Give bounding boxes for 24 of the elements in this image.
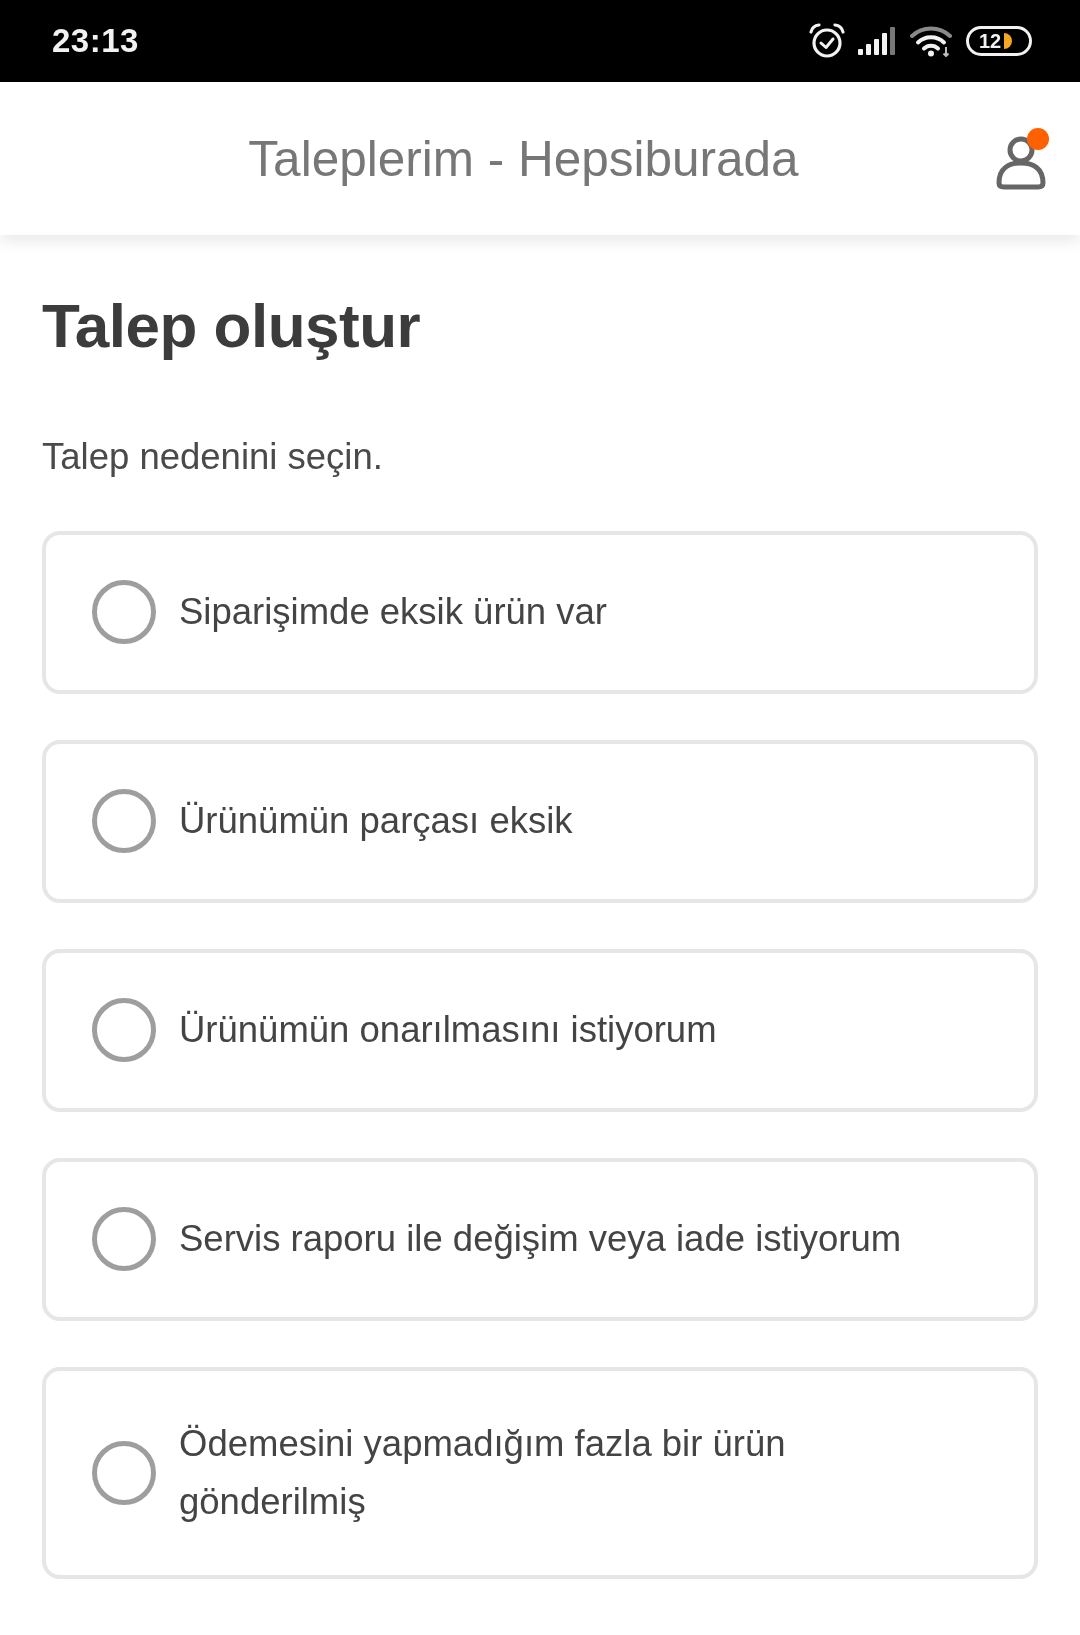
battery-percent: 12 xyxy=(979,31,1002,51)
instruction-text: Talep nedenini seçin. xyxy=(42,435,384,480)
radio-button[interactable] xyxy=(92,998,156,1063)
option-label: Servis raporu ile değişim veya iade istiyorum xyxy=(179,1217,902,1262)
page-title: Talep oluştur xyxy=(42,290,422,362)
radio-button[interactable] xyxy=(92,1207,156,1272)
signal-icon xyxy=(858,27,898,55)
page-header-title: Taleplerim - Hepsiburada xyxy=(247,129,800,188)
option-label: Ödemesini yapmadığım fazla bir ürün gönderilmiş xyxy=(179,1421,787,1524)
alarm-clock-icon xyxy=(808,23,846,59)
option-card[interactable]: Siparişimde eksik ürün var xyxy=(42,530,1038,694)
wifi-icon xyxy=(910,25,954,57)
option-card[interactable]: Ürünümün onarılmasını istiyorum xyxy=(42,948,1038,1112)
option-label: Ürünümün onarılmasını istiyorum xyxy=(179,1008,717,1053)
radio-button[interactable] xyxy=(92,1440,156,1505)
option-card[interactable]: Ürünümün parçası eksik xyxy=(42,739,1038,903)
option-card[interactable]: Servis raporu ile değişim veya iade istiyorum xyxy=(42,1157,1038,1321)
battery-charge-icon xyxy=(1004,33,1013,49)
radio-button[interactable] xyxy=(92,789,156,854)
option-label: Ürünümün parçası eksik xyxy=(179,799,573,844)
option-card[interactable]: Ödemesini yapmadığım fazla bir ürün gönderilmiş xyxy=(42,1366,1038,1579)
status-time: 23:13 xyxy=(52,21,139,62)
radio-button[interactable] xyxy=(92,580,156,645)
option-label: Siparişimde eksik ürün var xyxy=(179,590,608,635)
